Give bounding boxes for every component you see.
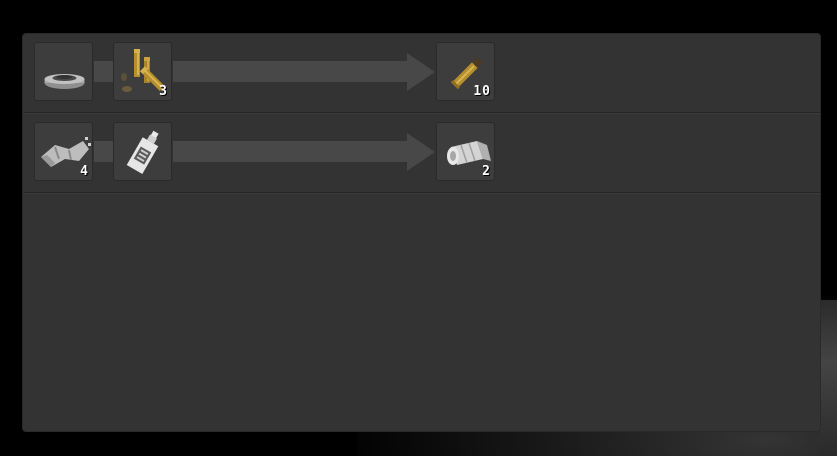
- crafting-recipes-panel: 3 10 4 2: [23, 34, 820, 431]
- game-screen: 3 10 4 2: [0, 0, 837, 456]
- disinfectant-bottle-icon: [126, 130, 159, 174]
- ingredient-slot-brass-casings[interactable]: 3: [113, 42, 172, 101]
- result-slot-rifle-cartridge[interactable]: 10: [436, 42, 495, 101]
- background-edge: [819, 300, 837, 456]
- slot-count: 10: [473, 84, 491, 99]
- slot-count: 2: [482, 164, 491, 179]
- recipe-row: 4 2: [23, 114, 820, 193]
- slot-count: 3: [159, 84, 168, 99]
- craft-arrow-icon: [173, 53, 435, 91]
- slot-count: 4: [80, 164, 89, 179]
- craft-arrow-icon: [173, 133, 435, 171]
- ingredient-slot-cloth-rag[interactable]: 4: [34, 122, 93, 181]
- ingredient-slot-disinfectant[interactable]: [113, 122, 172, 181]
- result-slot-bandage[interactable]: 2: [436, 122, 495, 181]
- recipe-connector: [94, 61, 114, 82]
- recipe-row: 3 10: [23, 34, 820, 113]
- ingredient-slot-gunpowder[interactable]: [34, 42, 93, 101]
- recipe-connector: [94, 141, 114, 162]
- gunpowder-dish-icon: [44, 74, 85, 89]
